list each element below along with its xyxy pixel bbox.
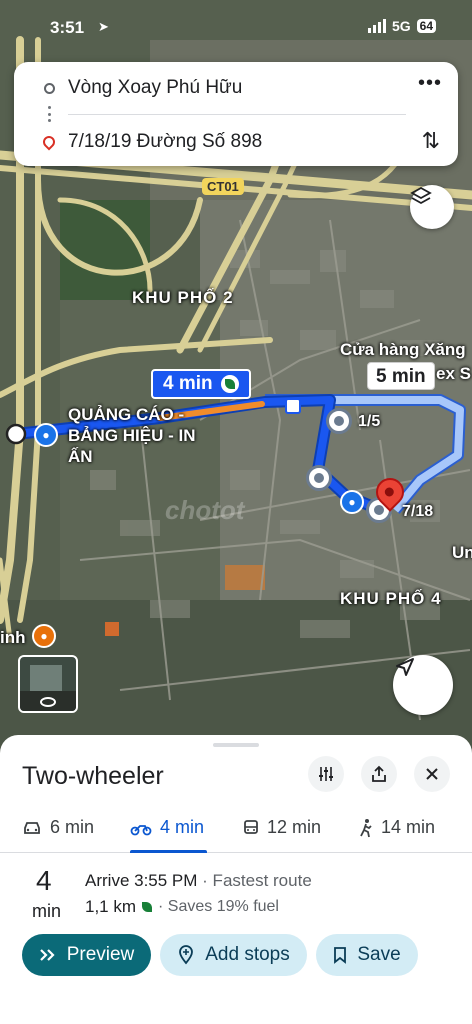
active-tab-indicator (130, 850, 207, 853)
add-stops-label: Add stops (205, 944, 290, 965)
waypoint-pin-2[interactable] (306, 465, 332, 491)
destination-label: 7/18 (402, 503, 434, 520)
tab-walk-label: 14 min (381, 817, 436, 837)
status-icons: 5G 64 (367, 18, 436, 34)
walk-icon (360, 818, 372, 837)
bus-stop-icon[interactable] (285, 398, 301, 414)
transit-icon (244, 819, 258, 834)
drag-handle[interactable] (213, 743, 259, 747)
poi-label[interactable]: QUẢNG CÁO - BẢNG HIỆU - IN ẤN (68, 404, 218, 467)
restaurant-icon[interactable]: ● (32, 624, 56, 648)
poi-label: Un (452, 543, 472, 562)
bookmark-icon (334, 947, 347, 964)
more-options-icon[interactable]: ••• (418, 72, 442, 95)
fuel-note: · Saves 19% fuel (158, 898, 279, 915)
my-location-button[interactable] (393, 655, 453, 715)
waypoint-label: 1/5 (358, 413, 381, 430)
layers-icon (410, 186, 432, 205)
save-button[interactable]: Save (316, 934, 418, 976)
destination-pin-small-icon (40, 133, 58, 151)
share-button[interactable] (361, 756, 397, 792)
close-icon (426, 768, 438, 780)
route-note: · Fastest route (202, 871, 312, 890)
navigation-arrow-icon (396, 658, 414, 676)
area-label: KHU PHỐ 2 (132, 288, 234, 307)
arrival-info: Arrive 3:55 PM · Fastest route (85, 871, 312, 891)
area-label: KHU PHỐ 4 (340, 589, 442, 608)
save-label: Save (357, 944, 401, 965)
tab-two-wheeler[interactable]: 4 min (130, 817, 204, 838)
status-bar: 3:51 ➤ 5G 64 (0, 14, 472, 44)
road-shield: CT01 (202, 178, 244, 195)
poi-label[interactable]: ex S (436, 364, 471, 384)
tab-car[interactable]: 6 min (22, 817, 94, 838)
preview-button[interactable]: Preview (22, 934, 151, 976)
location-arrow-icon: ➤ (98, 19, 109, 34)
destination-text: 7/18/19 Đường Số 898 (68, 131, 263, 152)
watermark: chotot (165, 495, 245, 525)
route-options-button[interactable] (308, 756, 344, 792)
rotate-icon (40, 697, 56, 707)
tab-transit-label: 12 min (267, 817, 322, 837)
poi-label: inh (0, 628, 26, 647)
leaf-icon (220, 375, 239, 393)
street-view-thumbnail[interactable] (18, 655, 78, 713)
add-stops-button[interactable]: Add stops (160, 934, 307, 976)
add-location-icon (179, 945, 194, 965)
distance: 1,1 km (85, 897, 137, 916)
divider (68, 114, 406, 115)
directions-sheet: Two-wheeler 6 min 4 min 12 min 14 min 4 … (0, 735, 472, 1024)
sheet-title: Two-wheeler (22, 762, 164, 790)
destination-field[interactable]: 7/18/19 Đường Số 898 (14, 122, 458, 162)
origin-text: Vòng Xoay Phú Hữu (68, 77, 243, 98)
lock-icon[interactable]: ● (340, 490, 364, 514)
travel-mode-tabs: 6 min 4 min 12 min 14 min (0, 809, 472, 853)
route-time-chip-main[interactable]: 4 min (151, 369, 251, 399)
swap-icon[interactable]: ⇅ (422, 128, 440, 154)
lock-icon[interactable]: ● (34, 423, 58, 447)
tab-car-label: 6 min (50, 817, 95, 837)
close-button[interactable] (414, 756, 450, 792)
car-icon (24, 821, 40, 834)
signal-icon (367, 19, 386, 33)
origin-field[interactable]: Vòng Xoay Phú Hữu (14, 68, 458, 108)
tab-transit[interactable]: 12 min (243, 817, 321, 838)
waypoint-pin-1[interactable] (326, 408, 352, 434)
clock: 3:51 (50, 18, 85, 37)
tune-icon (319, 767, 333, 781)
origin-circle-icon (44, 82, 55, 94)
preview-label: Preview (66, 944, 135, 965)
double-chevron-icon (39, 949, 55, 961)
duration-value: 4 (36, 865, 52, 896)
motorbike-icon (130, 824, 152, 835)
eco-leaf-icon (142, 902, 153, 912)
tab-two-wheeler-label: 4 min (160, 817, 205, 837)
poi-label[interactable]: Cửa hàng Xăng (340, 340, 466, 360)
battery-icon: 64 (416, 19, 436, 33)
layers-button[interactable] (410, 185, 454, 229)
directions-card: Vòng Xoay Phú Hữu 7/18/19 Đường Số 898 •… (14, 62, 458, 166)
network-type: 5G (391, 18, 411, 34)
distance-info: 1,1 km · Saves 19% fuel (85, 897, 279, 917)
arrival-time: Arrive 3:55 PM (85, 871, 198, 890)
share-icon (372, 765, 386, 782)
route-time-main: 4 min (163, 373, 213, 394)
route-dots-icon (48, 106, 51, 122)
tab-walk[interactable]: 14 min (359, 817, 435, 838)
duration-unit: min (32, 901, 62, 921)
route-time-chip-alt[interactable]: 5 min (367, 362, 435, 390)
